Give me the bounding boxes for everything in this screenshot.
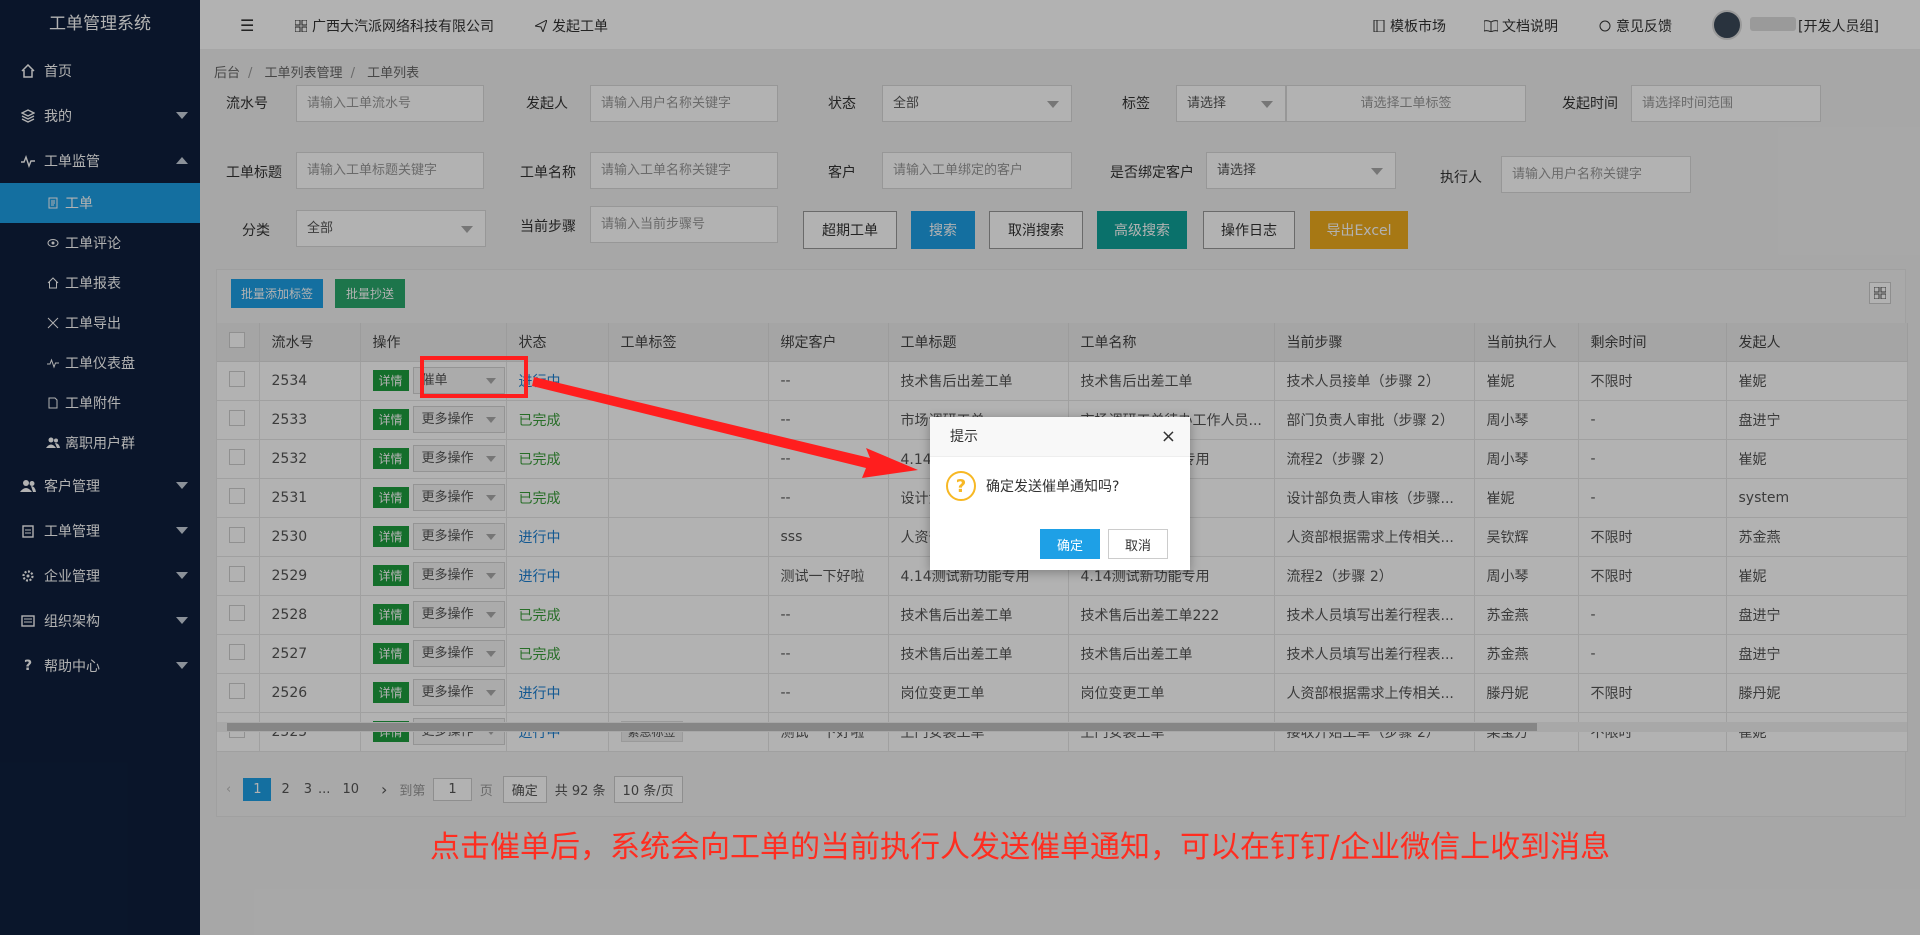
close-icon[interactable]: × — [1161, 417, 1176, 457]
highlight-box — [420, 356, 528, 398]
dialog-cancel-button[interactable]: 取消 — [1108, 529, 1168, 559]
dialog-ok-button[interactable]: 确定 — [1040, 529, 1100, 559]
dialog-message: 确定发送催单通知吗? — [986, 479, 1120, 495]
dialog-title-text: 提示 — [950, 429, 978, 445]
annotation-text: 点击催单后，系统会向工单的当前执行人发送催单通知，可以在钉钉/企业微信上收到消息 — [430, 830, 1611, 865]
question-icon: ? — [946, 471, 976, 501]
dialog-body: ? 确定发送催单通知吗? — [930, 457, 1190, 501]
dialog-title: 提示 × — [930, 417, 1190, 457]
confirm-dialog: 提示 × ? 确定发送催单通知吗? 确定 取消 — [930, 417, 1190, 570]
